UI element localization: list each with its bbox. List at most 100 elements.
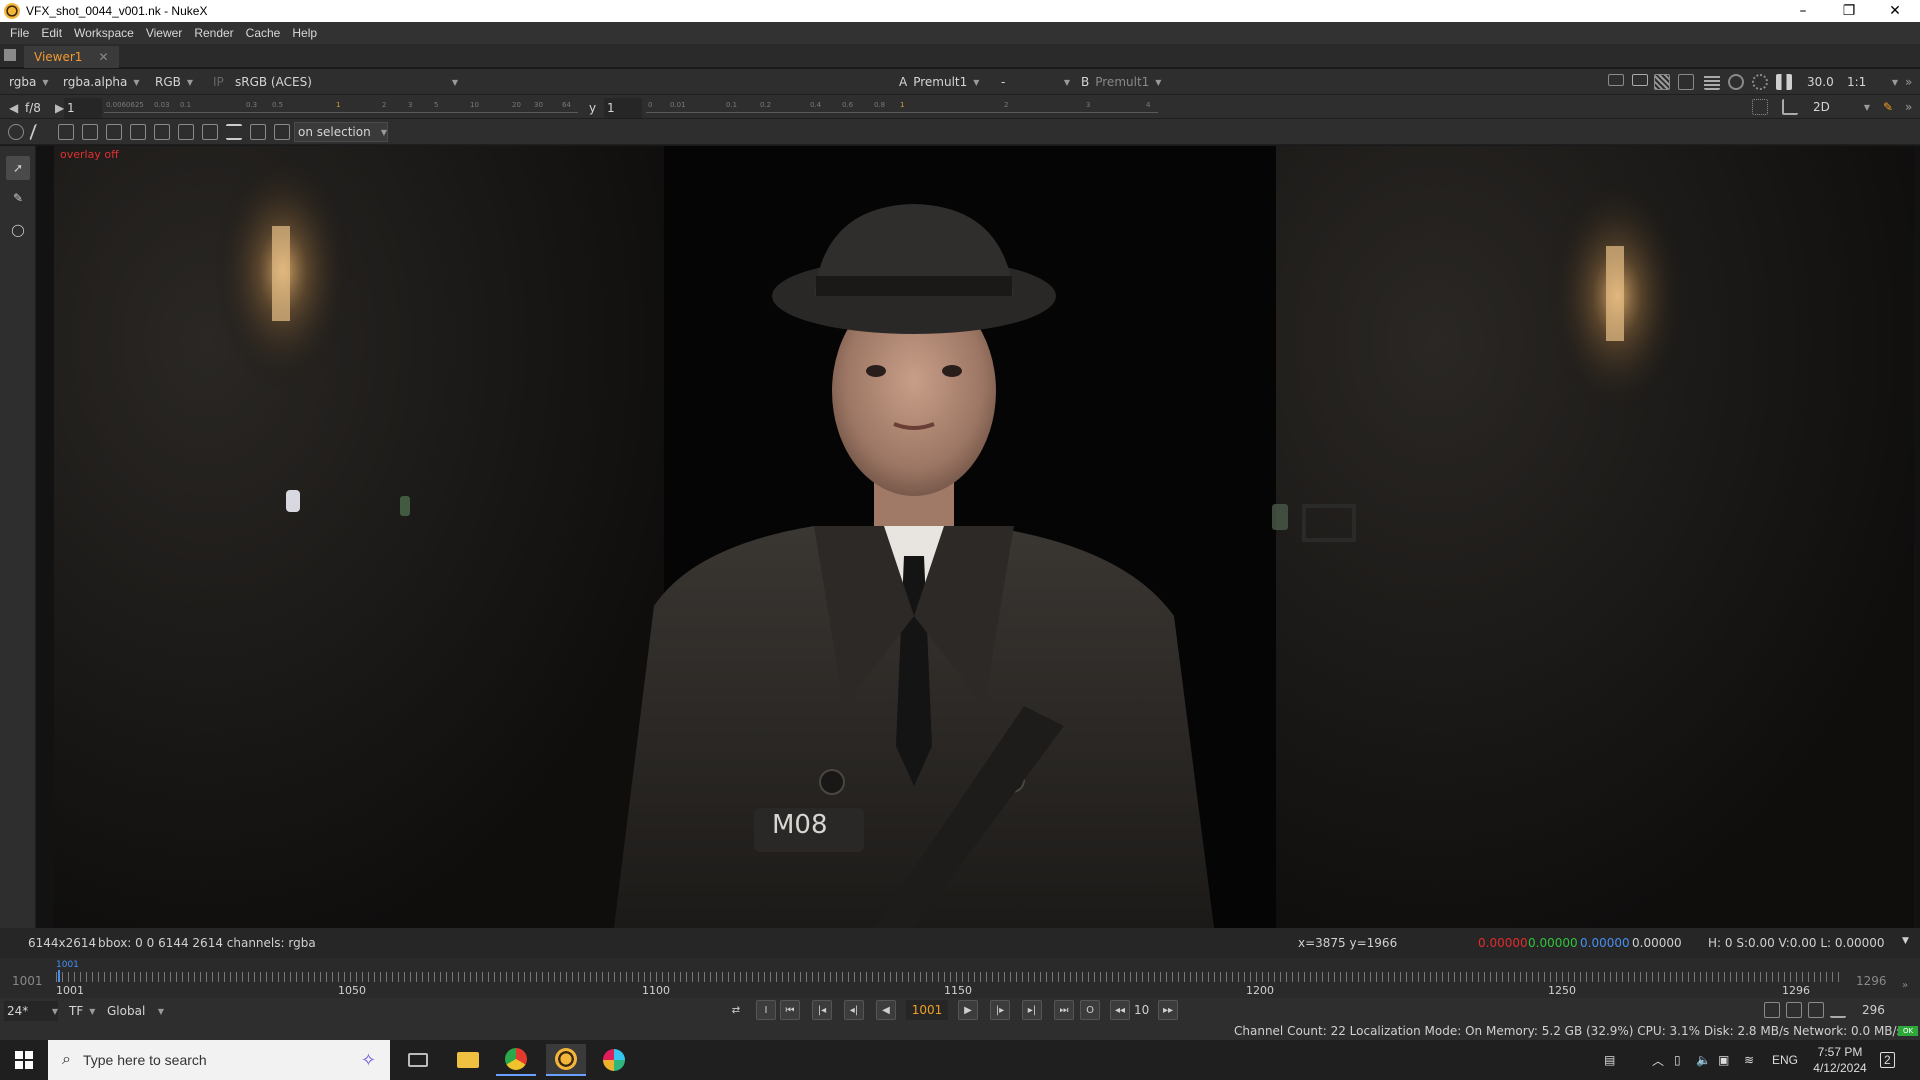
axis-icon[interactable] (1782, 99, 1798, 115)
display-tray-icon[interactable]: ▣ (1718, 1040, 1729, 1080)
gamma-field[interactable]: 1 (604, 98, 642, 118)
prev-keyframe-button[interactable]: |◂ (812, 1000, 832, 1020)
in-point-button[interactable]: I (756, 1000, 776, 1020)
transform-option-icon[interactable] (130, 124, 146, 140)
last-frame-button[interactable]: ⏭ (1054, 1000, 1074, 1020)
notification-center-icon[interactable]: 2 (1880, 1040, 1895, 1080)
transform-option-icon[interactable] (106, 124, 122, 140)
task-view-icon[interactable] (398, 1044, 438, 1076)
gain-slider[interactable]: 0.0060625 0.03 0.1 0.3 0.5 1 2 3 5 10 20… (104, 99, 578, 113)
gain-field[interactable]: 1 (64, 98, 102, 118)
menu-viewer[interactable]: Viewer (140, 26, 188, 40)
current-frame-field[interactable]: 1001 (906, 1000, 948, 1020)
colorspace-dropdown[interactable]: sRGB (ACES) ▼ (232, 72, 458, 92)
increment-field[interactable]: 10 (1134, 1003, 1149, 1017)
export-icon[interactable] (1830, 1002, 1846, 1018)
refresh-icon[interactable] (1728, 74, 1744, 90)
zoom-dropdown[interactable]: 1:1 ▼ (1844, 72, 1898, 92)
expand-toolbar-icon[interactable]: » (1902, 72, 1916, 92)
paint-brush-icon[interactable]: ✎ (1880, 97, 1894, 117)
transform-option-icon[interactable] (250, 124, 266, 140)
minimize-button[interactable]: – (1780, 0, 1826, 22)
menu-workspace[interactable]: Workspace (68, 26, 140, 40)
info-menu-icon[interactable]: ▼ (1902, 936, 1909, 946)
channels-dropdown[interactable]: rgba ▼ (6, 72, 54, 92)
skip-forward-button[interactable]: ▸▸ (1158, 1000, 1178, 1020)
menu-help[interactable]: Help (286, 26, 323, 40)
fstop-label[interactable]: f/8 (22, 98, 50, 118)
lasso-icon[interactable]: ◯ (6, 218, 30, 242)
timeline-expand-icon[interactable]: » (1902, 980, 1908, 991)
chrome-icon[interactable] (496, 1044, 536, 1076)
prev-frame-button[interactable]: ◂| (844, 1000, 864, 1020)
tab-close-icon[interactable]: ✕ (98, 50, 108, 64)
clock[interactable]: 7:57 PM 4/12/2024 (1806, 1040, 1874, 1080)
nukex-taskbar-icon[interactable] (546, 1044, 586, 1076)
pause-icon[interactable] (1776, 74, 1792, 90)
tray-overflow-icon[interactable]: ︿ (1652, 1040, 1664, 1080)
loop-icon[interactable]: ⇄ (726, 1000, 746, 1020)
flipbook-icon[interactable] (1764, 1002, 1780, 1018)
news-widget-icon[interactable]: ▤ (1604, 1040, 1615, 1080)
wave-icon[interactable] (226, 124, 242, 140)
selection-mode-dropdown[interactable]: on selection ▼ (294, 122, 388, 142)
select-arrow-icon[interactable]: ➚ (6, 156, 30, 180)
transform-option-icon[interactable] (154, 124, 170, 140)
gamma-slider[interactable]: 0 0.01 0.1 0.2 0.4 0.6 0.8 1 2 3 4 (646, 99, 1158, 113)
settings-gear-icon[interactable] (8, 124, 24, 140)
input-b-dropdown[interactable]: B Premult1 ▼ (1078, 72, 1170, 92)
transform-option-icon[interactable] (202, 124, 218, 140)
brush-tool-icon[interactable]: ✎ (6, 186, 30, 210)
volume-icon[interactable]: 🔈 (1696, 1040, 1711, 1080)
input-a-dropdown[interactable]: A Premult1 ▼ (896, 72, 990, 92)
transform-option-icon[interactable] (82, 124, 98, 140)
gain-increase-icon[interactable]: ▶ (52, 98, 64, 118)
menu-render[interactable]: Render (188, 26, 239, 40)
wipe-mode-dropdown[interactable]: - ▼ (998, 72, 1070, 92)
display-dropdown[interactable]: RGB ▼ (152, 72, 200, 92)
snapshot-icon[interactable] (1786, 1002, 1802, 1018)
wifi-icon[interactable]: ≋ (1744, 1040, 1754, 1080)
file-explorer-icon[interactable] (448, 1044, 488, 1076)
skip-back-button[interactable]: ◂◂ (1110, 1000, 1130, 1020)
device-icon[interactable]: ▯ (1674, 1040, 1681, 1080)
zebra-icon[interactable] (1654, 74, 1670, 90)
language-indicator[interactable]: ENG (1772, 1040, 1798, 1080)
ip-toggle[interactable]: IP (210, 72, 228, 92)
menu-file[interactable]: File (4, 26, 35, 40)
proxy-icon[interactable] (1704, 74, 1720, 90)
transform-option-icon[interactable] (178, 124, 194, 140)
view-mode-dropdown[interactable]: 2D ▼ (1810, 97, 1870, 117)
play-forward-button[interactable]: ▶ (958, 1000, 978, 1020)
slack-icon[interactable] (594, 1044, 634, 1076)
first-frame-button[interactable]: ⏮ (780, 1000, 800, 1020)
transform-option-icon[interactable] (274, 124, 290, 140)
lut-icon[interactable] (1678, 74, 1694, 90)
roi-icon[interactable] (1608, 74, 1624, 86)
gain-decrease-icon[interactable]: ◀ (6, 98, 18, 118)
fps-dropdown[interactable]: 24* ▼ (4, 1001, 58, 1021)
windows-start-icon[interactable] (4, 1044, 44, 1076)
out-point-button[interactable]: O (1080, 1000, 1100, 1020)
expand-toolbar-icon[interactable]: » (1902, 97, 1916, 117)
menu-cache[interactable]: Cache (240, 26, 287, 40)
transform-tool-icon[interactable] (29, 124, 51, 140)
lock-icon[interactable] (1808, 1002, 1824, 1018)
menu-edit[interactable]: Edit (35, 26, 68, 40)
alpha-channel-dropdown[interactable]: rgba.alpha ▼ (60, 72, 144, 92)
timeline[interactable]: 1001 1296 1001 1001 1050 1100 1150 1200 … (0, 958, 1920, 998)
gpu-icon[interactable] (1752, 74, 1768, 90)
frame-range-dropdown[interactable]: Global ▼ (104, 1001, 164, 1021)
close-window-button[interactable]: ✕ (1872, 0, 1918, 22)
play-backward-button[interactable]: ◀ (876, 1000, 896, 1020)
viewer-canvas[interactable]: M08 overlay off (36, 146, 1920, 928)
timecode-format-dropdown[interactable]: TF ▼ (66, 1001, 95, 1021)
next-frame-button[interactable]: |▸ (990, 1000, 1010, 1020)
transform-option-icon[interactable] (58, 124, 74, 140)
region-select-icon[interactable] (1752, 99, 1768, 115)
pane-menu-icon[interactable] (4, 49, 16, 61)
next-keyframe-button[interactable]: ▸| (1022, 1000, 1042, 1020)
taskbar-search-box[interactable]: ⌕ Type here to search ✧ (48, 1040, 390, 1080)
tab-viewer1[interactable]: Viewer1 ✕ (24, 46, 119, 68)
safe-area-icon[interactable] (1632, 74, 1648, 86)
